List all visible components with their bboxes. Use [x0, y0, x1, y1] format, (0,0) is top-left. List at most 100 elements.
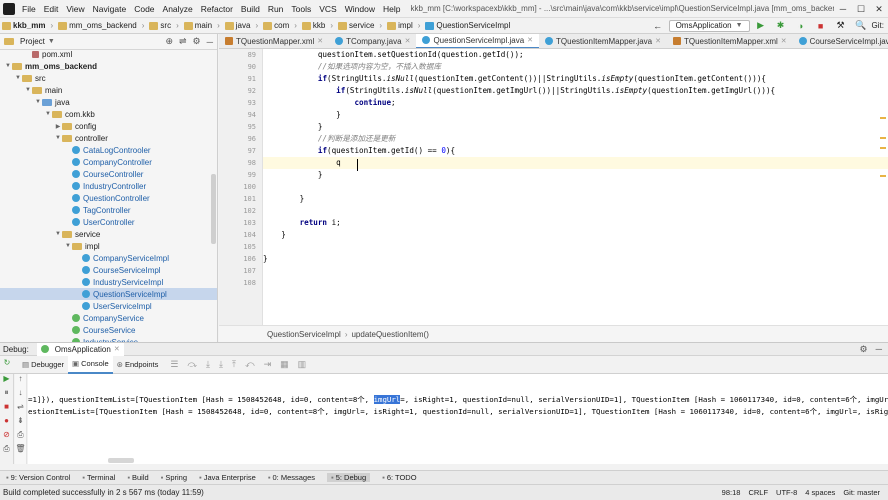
tree-item[interactable]: CourseServiceImpl [0, 264, 217, 276]
evaluate-icon[interactable]: ▦ [280, 359, 289, 370]
code-line[interactable]: } [263, 229, 888, 241]
breadcrumb-item[interactable]: QuestionServiceImpl [423, 18, 512, 34]
maximize-icon[interactable]: ☐ [852, 0, 870, 18]
tree-item[interactable]: ▼ java [0, 96, 217, 108]
chevron-down-icon[interactable]: ▼ [44, 111, 52, 117]
force-step-into-icon[interactable]: ⤓ [219, 359, 223, 370]
tree-item[interactable]: CourseService [0, 324, 217, 336]
run-configuration-select[interactable]: OmsApplication ▼ [668, 19, 750, 32]
layout-icon[interactable]: ▥ [298, 359, 307, 370]
code-editor[interactable]: 89 90 91 92 93 94 95 96 97 98 99 100 101 102 103 104 105… [219, 49, 888, 325]
breadcrumb-item[interactable]: kkb [300, 18, 327, 34]
code-line[interactable]: } [263, 121, 888, 133]
line-separator[interactable]: CRLF [748, 488, 768, 497]
vcs-branch[interactable]: Git: master [843, 488, 880, 497]
tree-item[interactable]: QuestionController [0, 192, 217, 204]
collapse-icon[interactable]: ⇌ [179, 36, 187, 47]
run-icon[interactable]: ▶ [755, 20, 767, 32]
code-line[interactable]: } [263, 253, 888, 265]
clear-icon[interactable]: 🗑 [15, 444, 26, 458]
code-line[interactable]: if(StringUtils.isNull(questionItem.getCo… [263, 73, 888, 85]
chevron-down-icon[interactable]: ▼ [54, 231, 62, 237]
code-line[interactable]: //判断是添加还是更新 [263, 133, 888, 145]
tree-item[interactable]: ▼ service [0, 228, 217, 240]
scroll-down-icon[interactable]: ↓ [15, 388, 26, 402]
run-to-cursor-icon[interactable]: ⇥ [264, 359, 272, 370]
debug-session-tab[interactable]: OmsApplication ✕ [36, 342, 124, 356]
close-icon[interactable]: ✕ [781, 37, 787, 45]
menu-item-vcs[interactable]: VCS [315, 0, 340, 18]
debug-tab-debugger[interactable]: ▤ Debugger [18, 356, 68, 374]
console-line[interactable]: =1]}), questionItemList=[TQuestionItem [… [28, 394, 888, 406]
code-line[interactable] [263, 205, 888, 217]
tool-window-button[interactable]: ▪ Build [127, 473, 148, 482]
menu-item-help[interactable]: Help [379, 0, 404, 18]
close-icon[interactable]: ✕ [405, 37, 411, 45]
tool-window-button[interactable]: ▪ 0: Messages [268, 473, 315, 482]
tree-item[interactable]: IndustryController [0, 180, 217, 192]
menu-item-tools[interactable]: Tools [287, 0, 315, 18]
debug-tab-endpoints[interactable]: ⊛ Endpoints [113, 356, 163, 374]
tree-item[interactable]: ▶ config [0, 120, 217, 132]
menu-item-edit[interactable]: Edit [40, 0, 63, 18]
soft-wrap-icon[interactable]: ⇌ [15, 402, 26, 416]
close-icon[interactable]: ✕ [317, 37, 323, 45]
cursor-position[interactable]: 98:18 [722, 488, 741, 497]
tree-item[interactable]: ▼ controller [0, 132, 217, 144]
menu-item-file[interactable]: File [18, 0, 40, 18]
step-out-icon[interactable]: ⤒ [232, 359, 236, 370]
close-icon[interactable]: ✕ [527, 36, 533, 44]
breadcrumb-class[interactable]: QuestionServiceImpl [267, 330, 341, 339]
breadcrumb-item[interactable]: main [182, 18, 214, 34]
menu-item-view[interactable]: View [62, 0, 88, 18]
chevron-down-icon[interactable]: ▼ [54, 135, 62, 141]
editor-tab[interactable]: TCompany.java ✕ [329, 34, 416, 48]
pause-icon[interactable]: ⏸ [0, 388, 13, 402]
code-line[interactable]: if(StringUtils.isNull(questionItem.getIm… [263, 85, 888, 97]
view-breakpoints-icon[interactable]: ● [0, 416, 13, 430]
step-into-icon[interactable]: ⤓ [206, 359, 210, 370]
tree-item[interactable]: CataLogControoler [0, 144, 217, 156]
back-icon[interactable]: ← [652, 20, 664, 32]
indent-setting[interactable]: 4 spaces [805, 488, 835, 497]
menu-item-run[interactable]: Run [264, 0, 288, 18]
rerun-icon[interactable]: ↻ [0, 358, 14, 372]
hide-icon[interactable]: ─ [876, 344, 882, 354]
tree-item[interactable]: CourseController [0, 168, 217, 180]
hide-icon[interactable]: ─ [207, 37, 213, 47]
code-line[interactable] [263, 265, 888, 277]
console-output[interactable]: =1]}), questionItemList=[TQuestionItem [… [28, 374, 888, 464]
editor-tab[interactable]: TQuestionItemMapper.java ✕ [539, 34, 667, 48]
breadcrumb-item[interactable]: mm_oms_backend [56, 18, 139, 34]
breadcrumb-item[interactable]: impl [385, 18, 415, 34]
mute-breakpoints-icon[interactable]: ⊘ [0, 430, 13, 444]
chevron-down-icon[interactable]: ▼ [34, 99, 42, 105]
tree-item[interactable]: UserController [0, 216, 217, 228]
code-line[interactable]: if(questionItem.getId() == 0){ [263, 145, 888, 157]
tree-item[interactable]: TagController [0, 204, 217, 216]
search-icon[interactable]: 🔍 [855, 20, 867, 32]
tool-window-button[interactable]: ▪ Terminal [82, 473, 115, 482]
step-over-icon[interactable]: ⤼ [187, 359, 197, 370]
scroll-to-end-icon[interactable]: ⇟ [15, 416, 26, 430]
code-line[interactable] [263, 277, 888, 289]
console-line[interactable]: estionItemList=[TQuestionItem [Hash = 15… [28, 406, 888, 418]
menu-item-code[interactable]: Code [130, 0, 158, 18]
breadcrumb-item[interactable]: kkb_mm [0, 18, 47, 34]
tree-item[interactable]: ▼ com.kkb [0, 108, 217, 120]
stop-icon[interactable]: ■ [0, 402, 13, 416]
project-title[interactable]: Project [20, 37, 45, 46]
breadcrumb-item[interactable]: src [147, 18, 173, 34]
code-line[interactable]: return i; [263, 217, 888, 229]
tree-item[interactable]: pom.xml [0, 48, 217, 60]
breadcrumb-method[interactable]: updateQuestionItem() [351, 330, 428, 339]
editor-tab[interactable]: TQuestionMapper.xml ✕ [219, 34, 329, 48]
code-line[interactable] [263, 181, 888, 193]
breadcrumb-item[interactable]: service [336, 18, 376, 34]
code-line[interactable]: //如果选项内容为空，不插入数据库 [263, 61, 888, 73]
show-execution-point-icon[interactable]: ☰ [170, 359, 178, 370]
console-scrollbar[interactable] [108, 458, 134, 463]
menu-item-refactor[interactable]: Refactor [197, 0, 237, 18]
editor-tab[interactable]: CourseServiceImpl.java✕ [793, 34, 888, 48]
tree-item[interactable]: CompanyServiceImpl [0, 252, 217, 264]
